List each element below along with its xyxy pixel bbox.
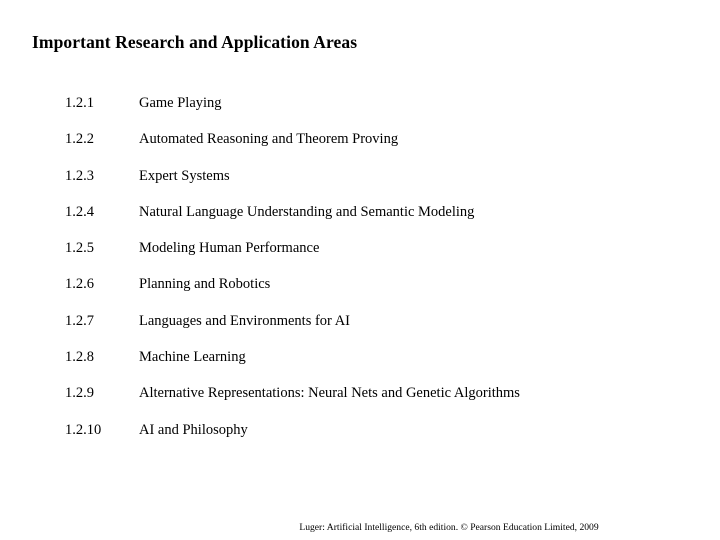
topic-number: 1.2.9 (65, 385, 94, 402)
list-item: 1.2.5 Modeling Human Performance (0, 239, 720, 275)
topic-label: Modeling Human Performance (139, 240, 320, 257)
topic-label: Alternative Representations: Neural Nets… (139, 385, 520, 402)
topic-number: 1.2.5 (65, 240, 94, 257)
list-item: 1.2.9 Alternative Representations: Neura… (0, 384, 720, 420)
topic-label: Languages and Environments for AI (139, 312, 351, 329)
topic-number: 1.2.3 (65, 167, 94, 184)
slide-footer: Luger: Artificial Intelligence, 6th edit… (0, 521, 720, 534)
slide-canvas: Important Research and Application Areas… (0, 0, 720, 540)
topic-label: Automated Reasoning and Theorem Proving (139, 131, 399, 148)
list-item: 1.2.8 Machine Learning (0, 348, 720, 384)
topic-label: Natural Language Understanding and Seman… (139, 203, 475, 220)
topic-number: 1.2.8 (65, 349, 94, 366)
topic-label: Machine Learning (139, 349, 246, 366)
topic-label: AI and Philosophy (139, 421, 248, 438)
list-item: 1.2.6 Planning and Robotics (0, 275, 720, 311)
topic-label: Planning and Robotics (139, 276, 271, 293)
page-title: Important Research and Application Areas (32, 32, 358, 52)
list-item: 1.2.2 Automated Reasoning and Theorem Pr… (0, 130, 720, 166)
topic-label: Game Playing (139, 95, 222, 111)
list-item: 1.2.10 AI and Philosophy (0, 421, 720, 457)
topic-number: 1.2.1 (65, 95, 94, 111)
topic-number: 1.2.7 (65, 312, 94, 329)
topic-number: 1.2.6 (65, 276, 94, 293)
list-item: 1.2.3 Expert Systems (0, 167, 720, 203)
topic-number: 1.2.4 (65, 203, 94, 220)
topic-label: Expert Systems (139, 167, 230, 184)
list-item: 1.2.1 Game Playing (0, 94, 720, 130)
topic-number: 1.2.10 (65, 421, 102, 438)
list-item: 1.2.7 Languages and Environments for AI (0, 312, 720, 348)
copyright-text: Luger: Artificial Intelligence, 6th edit… (299, 522, 599, 533)
topic-number: 1.2.2 (65, 131, 94, 148)
list-item: 1.2.4 Natural Language Understanding and… (0, 203, 720, 239)
topic-list: 1.2.1 Game Playing 1.2.2 Automated Reaso… (0, 94, 720, 457)
